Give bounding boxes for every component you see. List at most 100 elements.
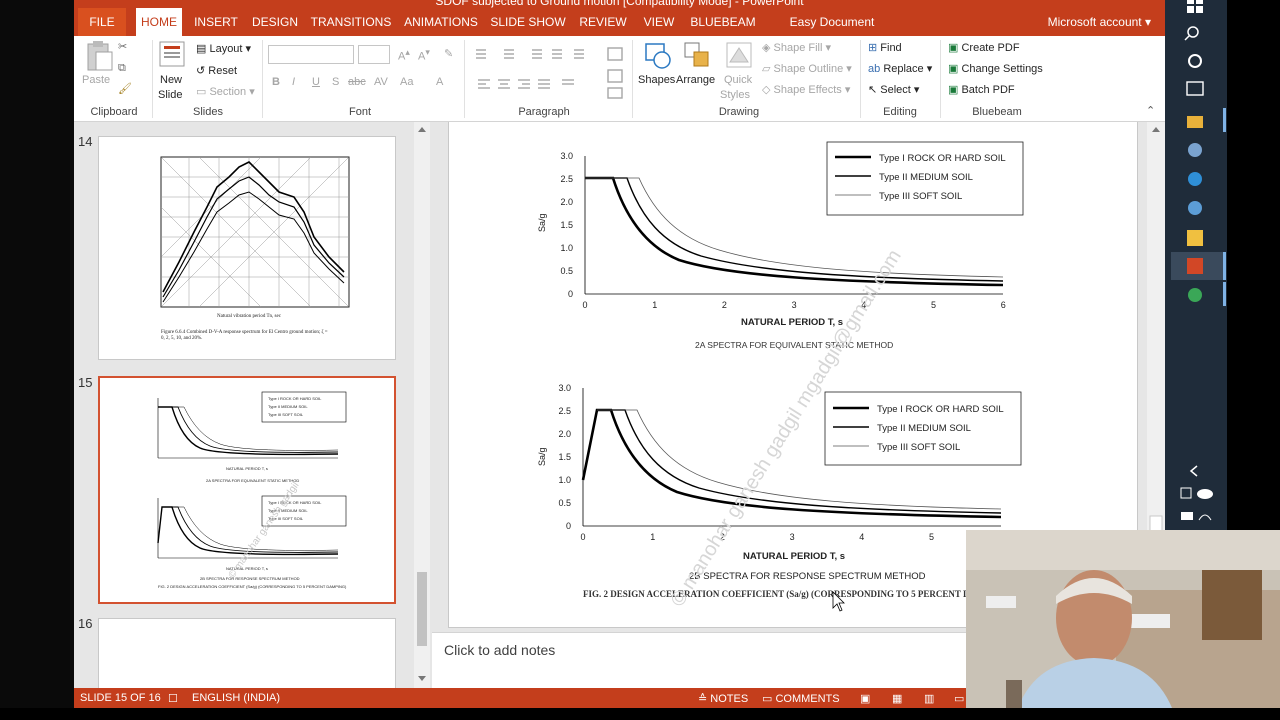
thumbnails-scrollbar[interactable]: [414, 122, 430, 688]
reset-button[interactable]: ↺ Reset: [196, 64, 237, 77]
section-button[interactable]: ▭ Section ▾: [196, 85, 255, 98]
editor-scrollbar[interactable]: [1147, 122, 1165, 533]
new-slide-icon[interactable]: [158, 40, 186, 70]
chart-b: Sa/g 3.02.52.01.51.00.50 012345 Type I R…: [537, 383, 1022, 582]
slide-sorter-icon[interactable]: ▦: [892, 692, 902, 705]
replace-label: Replace: [883, 63, 924, 75]
batch-pdf-button[interactable]: ▣ Batch PDF: [948, 83, 1015, 96]
slide-number-16: 16: [78, 616, 93, 631]
reset-label: Reset: [208, 65, 238, 77]
font-size-combo[interactable]: [358, 45, 390, 64]
tab-review[interactable]: REVIEW: [574, 8, 632, 36]
editor-scrollbar-graphic: [1149, 127, 1163, 533]
ribbon-tabs: FILE HOME INSERT DESIGN TRANSITIONS ANIM…: [74, 8, 1165, 57]
strikethrough-button[interactable]: abc: [348, 76, 366, 88]
arrange-icon[interactable]: [682, 40, 712, 70]
chart-b-y-tick-0: 3.0: [558, 383, 571, 393]
chart-a-xlabel: NATURAL PERIOD T, s: [741, 317, 843, 328]
chart-b-y-tick-2: 2.0: [558, 429, 571, 439]
account-label: Microsoft account: [1047, 15, 1142, 29]
clear-format-icon[interactable]: ✎: [444, 47, 453, 60]
comments-toggle-label: COMMENTS: [775, 693, 840, 705]
cut-icon[interactable]: ✂: [118, 40, 127, 53]
normal-view-icon[interactable]: ▣: [860, 692, 870, 705]
spelling-icon[interactable]: ☐: [168, 692, 178, 705]
format-painter-icon[interactable]: 🖌: [118, 82, 132, 95]
notes-toggle-button[interactable]: ≙ NOTES: [698, 692, 748, 705]
tab-design[interactable]: DESIGN: [248, 8, 302, 36]
chart-b-ylabel: Sa/g: [537, 447, 547, 466]
tab-file[interactable]: FILE: [78, 8, 126, 36]
italic-button[interactable]: I: [292, 76, 295, 88]
tab-slide-show[interactable]: SLIDE SHOW: [490, 8, 566, 36]
chart-b-x-tick-0: 0: [580, 532, 585, 542]
grow-font-button[interactable]: A▴: [398, 47, 410, 63]
account-button[interactable]: Microsoft account ▾: [1048, 8, 1151, 36]
chart-a-xticks: 0123456: [582, 300, 1005, 310]
change-settings-button[interactable]: ▣ Change Settings: [948, 62, 1043, 75]
chart-b-y-tick-5: 0.5: [558, 498, 571, 508]
tab-bluebeam[interactable]: BLUEBEAM: [688, 8, 758, 36]
thumb15-legend-a3: Type III SOFT SOIL: [268, 412, 304, 417]
shape-effects-button[interactable]: ◇ Shape Effects ▾: [762, 83, 850, 96]
chart-a-y-tick-2: 2.0: [560, 197, 573, 207]
thumb15-caption-b: 2B SPECTRA FOR RESPONSE SPECTRUM METHOD: [200, 576, 300, 581]
slide-thumbnail-16[interactable]: [98, 618, 396, 688]
chart-a-legend-type2: Type II MEDIUM SOIL: [879, 172, 973, 183]
font-color-button[interactable]: A: [436, 76, 443, 88]
slide-thumbnail-14[interactable]: Natural vibration period Tn, sec Figure …: [98, 136, 396, 360]
chart-a-legend-type1: Type I ROCK OR HARD SOIL: [879, 153, 1006, 164]
shadow-button[interactable]: S: [332, 76, 339, 88]
reading-view-icon[interactable]: ▥: [924, 692, 934, 705]
font-family-combo[interactable]: [268, 45, 354, 64]
tab-home[interactable]: HOME: [136, 8, 182, 36]
comments-toggle-button[interactable]: ▭ COMMENTS: [762, 692, 840, 705]
chart-b-y-tick-6: 0: [566, 521, 571, 531]
chart-a-y-tick-6: 0: [568, 289, 573, 299]
layout-label: Layout: [209, 43, 243, 55]
find-button[interactable]: ⊞ Find: [868, 41, 902, 54]
tab-insert[interactable]: INSERT: [190, 8, 242, 36]
thumb14-xlabel: Natural vibration period Tn, sec: [217, 314, 282, 319]
tab-transitions[interactable]: TRANSITIONS: [310, 8, 392, 36]
shapes-icon[interactable]: [642, 40, 672, 70]
change-case-button[interactable]: Aa: [400, 76, 413, 88]
arrange-label: Arrange: [676, 74, 716, 86]
select-button[interactable]: ↖ Select ▾: [868, 83, 919, 96]
thumb15-caption-a: 2A SPECTRA FOR EQUIVALENT STATIC METHOD: [206, 478, 299, 483]
language-indicator[interactable]: ENGLISH (INDIA): [192, 692, 280, 704]
paragraph-controls-icon[interactable]: [470, 44, 630, 100]
slide-show-icon[interactable]: ▭: [954, 692, 964, 705]
slide-thumbnail-15[interactable]: Type I ROCK OR HARD SOIL Type II MEDIUM …: [98, 376, 396, 604]
quick-styles-icon[interactable]: [724, 40, 754, 70]
replace-icon: ab: [868, 63, 881, 75]
webcam-overlay: [966, 530, 1280, 708]
underline-button[interactable]: U: [312, 76, 320, 88]
chart-a-y-tick-3: 1.5: [560, 220, 573, 230]
chart-a-x-tick-6: 6: [1001, 300, 1006, 310]
layout-button[interactable]: ▤ Layout ▾: [196, 42, 251, 55]
tab-view[interactable]: VIEW: [638, 8, 680, 36]
chart-a-x-tick-2: 2: [722, 300, 727, 310]
paste-icon[interactable]: [84, 40, 114, 72]
tab-easy-document-creator[interactable]: Easy Document Creator: [768, 8, 896, 57]
shape-fill-button[interactable]: ◈ Shape Fill ▾: [762, 41, 831, 54]
replace-button[interactable]: ab Replace ▾: [868, 62, 932, 75]
pdf-icon: ▣: [948, 42, 959, 54]
group-label-slides: Slides: [193, 106, 223, 118]
slide-thumbnails-pane: 14 Natural vibration period Tn, sec Figu…: [74, 122, 432, 688]
collapse-ribbon-icon[interactable]: ⌃: [1146, 104, 1155, 117]
shrink-font-button[interactable]: A▾: [418, 47, 430, 63]
thumbnails-scrollbar-graphic: [417, 127, 427, 681]
new-slide-label-1: New: [160, 74, 183, 86]
tab-animations[interactable]: ANIMATIONS: [400, 8, 482, 36]
create-pdf-button[interactable]: ▣ Create PDF: [948, 41, 1020, 54]
chart-a-y-tick-0: 3.0: [560, 151, 573, 161]
shape-outline-button[interactable]: ▱ Shape Outline ▾: [762, 62, 852, 75]
char-spacing-button[interactable]: AV: [374, 76, 388, 88]
taskbar-edge: [1227, 0, 1280, 530]
bold-button[interactable]: B: [272, 76, 280, 88]
title-bar: SDOF subjected to Ground motion [Compati…: [74, 0, 1165, 8]
tripartite-spectrum-thumbnail: Natural vibration period Tn, sec Figure …: [160, 156, 350, 341]
copy-icon[interactable]: ⧉: [118, 62, 126, 75]
